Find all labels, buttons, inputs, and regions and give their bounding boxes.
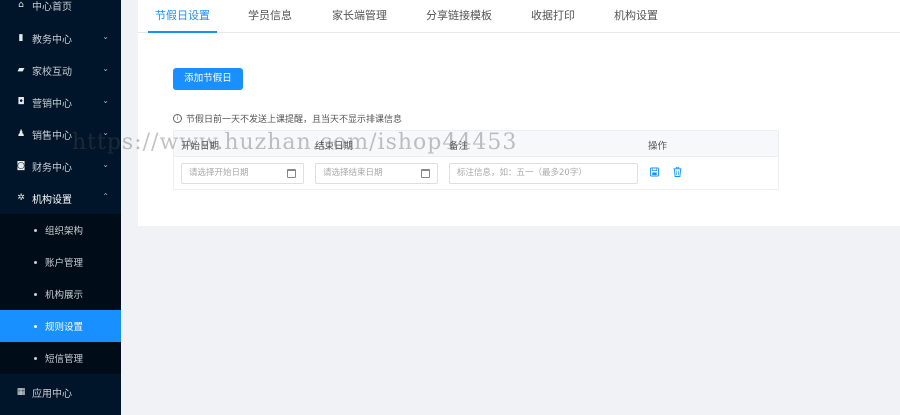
holiday-notice: i 节假日前一天不发送上课提醒，且当天不显示排课信息 <box>173 112 402 125</box>
chevron-down-icon: ⌄ <box>102 32 109 41</box>
settings-card: 节假日设置 学员信息 家长端管理 分享链接模板 收据打印 机构设置 添加节假日 … <box>138 0 900 226</box>
column-header-start-date: 开始日期 <box>181 141 220 152</box>
sidebar-subitem-org-display[interactable]: 机构展示 <box>0 278 121 310</box>
sidebar-subitem-label: 短信管理 <box>45 354 84 365</box>
sidebar-item-label: 财务中心 <box>32 162 72 174</box>
column-header-actions: 操作 <box>648 141 668 152</box>
sidebar-item-home-school[interactable]: ▰ 家校互动 ⌄ <box>0 54 121 86</box>
holiday-table: 开始日期 结束日期 备注 操作 请选择开始日期 请选择结束日期 标注信息，如：五… <box>173 130 779 190</box>
column-header-end-date: 结束日期 <box>315 141 354 152</box>
info-icon: i <box>173 114 182 123</box>
sidebar-subitem-sms[interactable]: 短信管理 <box>0 342 121 374</box>
sidebar-subitem-rules[interactable]: 规则设置 <box>0 310 121 342</box>
chevron-down-icon: ⌄ <box>102 64 109 73</box>
sidebar-item-finance[interactable]: ◙ 财务中心 ⌄ <box>0 150 121 182</box>
book-icon: ▮ <box>18 33 24 43</box>
tab-student-info[interactable]: 学员信息 <box>248 0 292 33</box>
sidebar-item-label: 销售中心 <box>32 130 72 142</box>
calendar-icon <box>421 169 430 178</box>
delete-icon[interactable] <box>673 167 682 177</box>
end-date-picker[interactable]: 请选择结束日期 <box>315 163 438 184</box>
sidebar-subitem-label: 组织架构 <box>45 226 84 237</box>
chat-icon: ▰ <box>17 65 25 75</box>
tab-holiday-settings[interactable]: 节假日设置 <box>148 0 217 33</box>
bullet-icon <box>34 228 37 232</box>
sidebar-item-sales[interactable]: ♟ 销售中心 ⌄ <box>0 118 121 150</box>
chevron-up-icon: ⌃ <box>102 192 109 201</box>
sidebar-item-label: 机构设置 <box>32 194 72 206</box>
wallet-icon: ◙ <box>16 161 26 171</box>
chevron-down-icon: ⌄ <box>102 96 109 105</box>
sidebar-item-label: 中心首页 <box>32 1 72 13</box>
bullet-icon <box>34 260 37 264</box>
chevron-down-icon: ⌄ <box>102 160 109 169</box>
tab-parent-management[interactable]: 家长端管理 <box>332 0 387 33</box>
bullet-icon <box>34 292 37 296</box>
end-date-placeholder: 请选择结束日期 <box>323 168 383 178</box>
tab-share-link-template[interactable]: 分享链接模板 <box>426 0 492 33</box>
gear-icon: ✲ <box>17 193 25 203</box>
sidebar: ⌂ 中心首页 ▮ 教务中心 ⌄ ▰ 家校互动 ⌄ ◘ 营销中心 ⌄ ♟ 销售中心… <box>0 0 121 415</box>
sidebar-item-label: 教务中心 <box>32 34 72 46</box>
start-date-placeholder: 请选择开始日期 <box>189 168 249 178</box>
sidebar-item-marketing[interactable]: ◘ 营销中心 ⌄ <box>0 86 121 118</box>
sidebar-item-org-settings[interactable]: ✲ 机构设置 ⌃ <box>0 182 121 214</box>
bag-icon: ◘ <box>17 97 25 107</box>
sidebar-subitem-org-structure[interactable]: 组织架构 <box>0 214 121 246</box>
table-header: 开始日期 结束日期 备注 操作 <box>174 131 778 157</box>
add-holiday-button[interactable]: 添加节假日 <box>173 68 243 90</box>
sidebar-item-label: 家校互动 <box>32 66 72 78</box>
tab-receipt-print[interactable]: 收据打印 <box>531 0 575 33</box>
start-date-picker[interactable]: 请选择开始日期 <box>181 163 304 184</box>
users-icon: ♟ <box>16 129 26 139</box>
calendar-icon <box>287 169 296 178</box>
sidebar-item-apps[interactable]: ▦ 应用中心 <box>0 376 121 408</box>
bullet-icon <box>34 324 37 328</box>
bullet-icon <box>34 356 37 360</box>
grid-icon: ▦ <box>16 387 26 397</box>
sidebar-item-label: 应用中心 <box>32 388 72 400</box>
note-placeholder: 标注信息，如：五一（最多20字） <box>457 168 587 178</box>
sidebar-subitem-label: 规则设置 <box>45 322 84 333</box>
chevron-down-icon: ⌄ <box>102 128 109 137</box>
save-icon[interactable] <box>650 167 659 177</box>
sidebar-subitem-accounts[interactable]: 账户管理 <box>0 246 121 278</box>
sidebar-item-home[interactable]: ⌂ 中心首页 <box>0 0 121 21</box>
sidebar-subitem-label: 机构展示 <box>45 290 84 301</box>
home-icon: ⌂ <box>18 0 24 10</box>
column-header-note: 备注 <box>449 141 469 152</box>
tab-org-settings[interactable]: 机构设置 <box>614 0 658 33</box>
sidebar-subitem-label: 账户管理 <box>45 258 84 269</box>
note-input[interactable]: 标注信息，如：五一（最多20字） <box>449 163 638 184</box>
sidebar-item-academic[interactable]: ▮ 教务中心 ⌄ <box>0 22 121 54</box>
sidebar-item-label: 营销中心 <box>32 98 72 110</box>
tab-bar: 节假日设置 学员信息 家长端管理 分享链接模板 收据打印 机构设置 <box>138 0 900 33</box>
notice-text: 节假日前一天不发送上课提醒，且当天不显示排课信息 <box>186 115 403 125</box>
